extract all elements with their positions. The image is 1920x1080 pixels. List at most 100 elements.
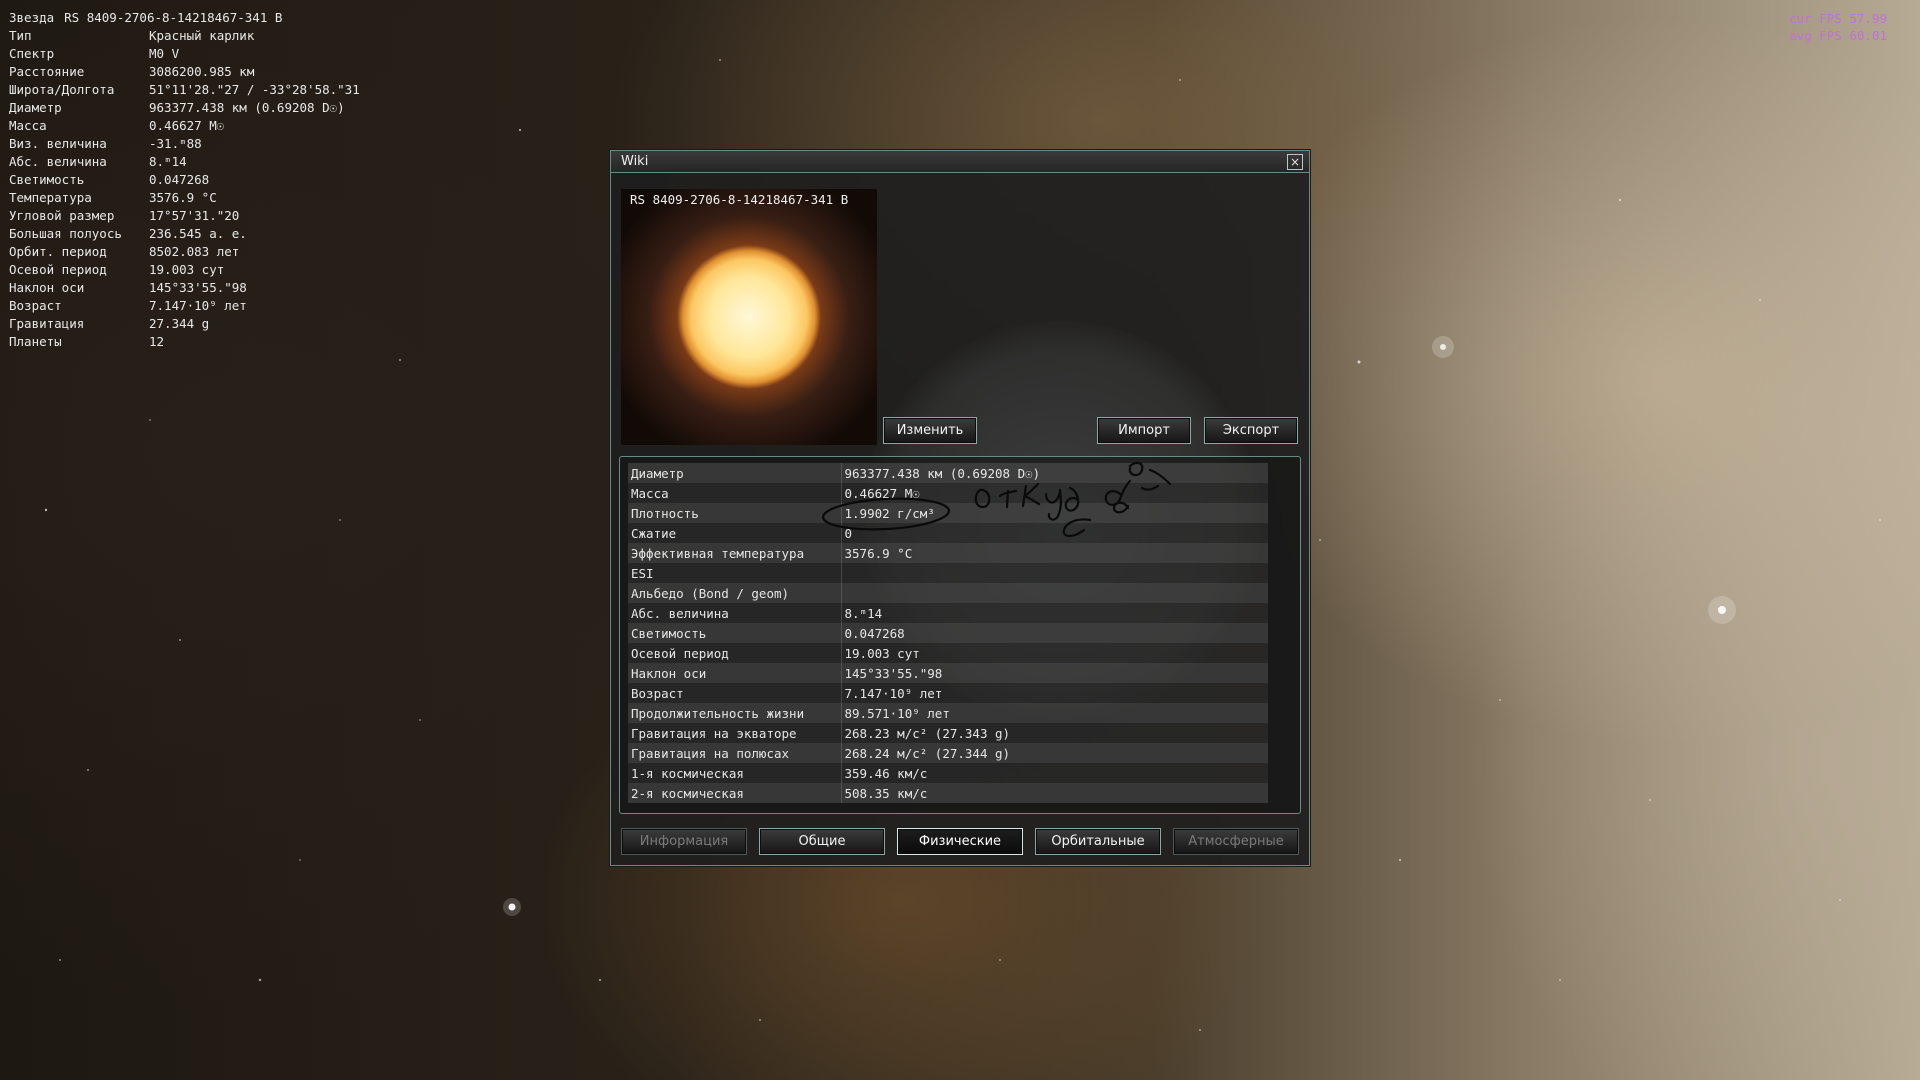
wiki-titlebar[interactable]: Wiki × bbox=[611, 151, 1309, 173]
property-value: 1.9902 г/см³ bbox=[841, 503, 1268, 523]
table-row: Сжатие 0 bbox=[628, 523, 1268, 543]
property-value bbox=[841, 563, 1268, 583]
property-name: 1-я космическая bbox=[628, 763, 842, 783]
tab-info[interactable]: Информация bbox=[621, 828, 747, 855]
table-row: Гравитация на полюсах 268.24 м/с² (27.344… bbox=[628, 743, 1268, 763]
property-name: Диаметр bbox=[628, 463, 842, 483]
property-name: Альбедо (Bond / geom) bbox=[628, 583, 842, 603]
hud-row: Наклон оси 145°33'55."98 bbox=[9, 279, 360, 297]
property-name: Масса bbox=[628, 483, 842, 503]
hud-row-value: Красный карлик bbox=[149, 28, 255, 43]
table-row: 2-я космическая 508.35 км/с bbox=[628, 783, 1268, 803]
hud-row: Спектр M0 V bbox=[9, 45, 360, 63]
tab-general[interactable]: Общие bbox=[759, 828, 885, 855]
properties-table: Диаметр 963377.438 км (0.69208 D☉) Масса 0.… bbox=[628, 463, 1268, 803]
hud-row-value: -31.ᵐ88 bbox=[149, 136, 202, 151]
wiki-title: Wiki bbox=[621, 154, 649, 169]
property-name: Абс. величина bbox=[628, 603, 842, 623]
hud-star-label: Звезда bbox=[9, 10, 55, 25]
hud-row-value: 51°11'28."27 / -33°28'58."31 bbox=[149, 82, 360, 97]
hud-row: Тип Красный карлик bbox=[9, 27, 360, 45]
hud-row-value: 8502.083 лет bbox=[149, 244, 240, 259]
hud-row-value: 27.344 g bbox=[149, 316, 210, 331]
fps-counter: cur FPS 57.99 avg FPS 60.01 bbox=[1789, 10, 1887, 44]
hud-row-value: 0.047268 bbox=[149, 172, 210, 187]
star-preview-image: RS 8409-2706-8-14218467-341 B bbox=[621, 189, 877, 445]
property-name: Сжатие bbox=[628, 523, 842, 543]
close-icon[interactable]: × bbox=[1287, 154, 1303, 170]
wiki-window: Wiki × RS 8409-2706-8-14218467-341 B Изм… bbox=[610, 150, 1310, 866]
property-name: Эффективная температура bbox=[628, 543, 842, 563]
hud-star-title: Звезда RS 8409-2706-8-14218467-341 B bbox=[9, 9, 360, 27]
table-row: Светимость 0.047268 bbox=[628, 623, 1268, 643]
table-row: Абс. величина 8.ᵐ14 bbox=[628, 603, 1268, 623]
property-value: 359.46 км/с bbox=[841, 763, 1268, 783]
property-value: 963377.438 км (0.69208 D☉) bbox=[841, 463, 1268, 483]
hud-row-label: Планеты bbox=[9, 334, 62, 349]
property-name: Плотность bbox=[628, 503, 842, 523]
hud-row-label: Виз. величина bbox=[9, 136, 107, 151]
property-value bbox=[841, 583, 1268, 603]
hud-row-label: Масса bbox=[9, 118, 47, 133]
property-name: ESI bbox=[628, 563, 842, 583]
property-value: 8.ᵐ14 bbox=[841, 603, 1268, 623]
hud-row-label: Наклон оси bbox=[9, 280, 85, 295]
hud-row-value: 3576.9 °C bbox=[149, 190, 217, 205]
edit-button[interactable]: Изменить bbox=[883, 417, 977, 444]
hud-row: Планеты 12 bbox=[9, 333, 360, 351]
hud-row-label: Расстояние bbox=[9, 64, 85, 79]
property-name: Гравитация на полюсах bbox=[628, 743, 842, 763]
hud-row-value: 12 bbox=[149, 334, 165, 349]
hud-row: Угловой размер 17°57'31."20 bbox=[9, 207, 360, 225]
hud-row-value: 7.147·10⁹ лет bbox=[149, 298, 247, 313]
import-button[interactable]: Импорт bbox=[1097, 417, 1191, 444]
property-name: Продолжительность жизни bbox=[628, 703, 842, 723]
tab-atmospheric[interactable]: Атмосферные bbox=[1173, 828, 1299, 855]
hud-row: Гравитация 27.344 g bbox=[9, 315, 360, 333]
fps-current: cur FPS 57.99 bbox=[1789, 11, 1887, 26]
property-name: 2-я космическая bbox=[628, 783, 842, 803]
hud-row-value: 963377.438 км (0.69208 D☉) bbox=[149, 100, 345, 115]
hud-row-label: Орбит. период bbox=[9, 244, 107, 259]
hud-row-label: Температура bbox=[9, 190, 92, 205]
hud-row-label: Светимость bbox=[9, 172, 85, 187]
hud-row-label: Возраст bbox=[9, 298, 62, 313]
tab-orbital[interactable]: Орбитальные bbox=[1035, 828, 1161, 855]
property-value: 145°33'55."98 bbox=[841, 663, 1268, 683]
hud-row: Орбит. период 8502.083 лет bbox=[9, 243, 360, 261]
hud-row: Осевой период 19.003 сут bbox=[9, 261, 360, 279]
preview-star-name: RS 8409-2706-8-14218467-341 B bbox=[630, 192, 849, 207]
property-value: 7.147·10⁹ лет bbox=[841, 683, 1268, 703]
hud-row-value: 236.545 а. е. bbox=[149, 226, 247, 241]
hud-row-label: Спектр bbox=[9, 46, 55, 61]
export-button[interactable]: Экспорт bbox=[1204, 417, 1298, 444]
hud-row-label: Широта/Долгота bbox=[9, 82, 115, 97]
physical-properties-panel: Диаметр 963377.438 км (0.69208 D☉) Масса 0.… bbox=[619, 456, 1301, 814]
property-name: Возраст bbox=[628, 683, 842, 703]
hud-row-label: Осевой период bbox=[9, 262, 107, 277]
hud-row-value: 19.003 сут bbox=[149, 262, 225, 277]
table-row: Наклон оси 145°33'55."98 bbox=[628, 663, 1268, 683]
hud-row: Диаметр 963377.438 км (0.69208 D☉) bbox=[9, 99, 360, 117]
property-value: 0.46627 M☉ bbox=[841, 483, 1268, 503]
table-row: Масса 0.46627 M☉ bbox=[628, 483, 1268, 503]
hud-row-value: 17°57'31."20 bbox=[149, 208, 240, 223]
star-info-hud: Звезда RS 8409-2706-8-14218467-341 B Тип… bbox=[9, 9, 360, 351]
hud-star-name: RS 8409-2706-8-14218467-341 B bbox=[64, 10, 283, 25]
hud-row: Температура 3576.9 °C bbox=[9, 189, 360, 207]
property-value: 0 bbox=[841, 523, 1268, 543]
property-value: 89.571·10⁹ лет bbox=[841, 703, 1268, 723]
table-row: Эффективная температура 3576.9 °C bbox=[628, 543, 1268, 563]
hud-row-label: Гравитация bbox=[9, 316, 85, 331]
tab-physical[interactable]: Физические bbox=[897, 828, 1023, 855]
hud-row-value: 145°33'55."98 bbox=[149, 280, 247, 295]
hud-row: Виз. величина -31.ᵐ88 bbox=[9, 135, 360, 153]
hud-row-value: 3086200.985 км bbox=[149, 64, 255, 79]
table-row: Осевой период 19.003 сут bbox=[628, 643, 1268, 663]
hud-row-value: 0.46627 M☉ bbox=[149, 118, 225, 133]
property-value: 508.35 км/с bbox=[841, 783, 1268, 803]
property-name: Гравитация на экваторе bbox=[628, 723, 842, 743]
property-value: 3576.9 °C bbox=[841, 543, 1268, 563]
hud-row-label: Большая полуось bbox=[9, 226, 122, 241]
hud-row: Расстояние 3086200.985 км bbox=[9, 63, 360, 81]
